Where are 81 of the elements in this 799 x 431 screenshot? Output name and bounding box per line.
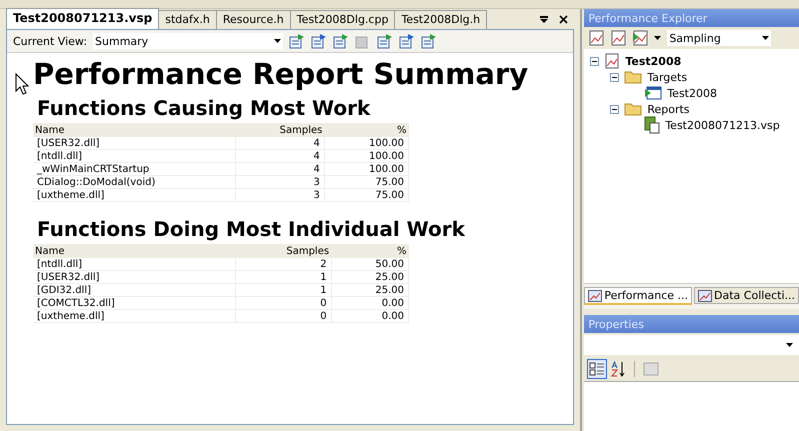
chart-icon (604, 53, 620, 69)
report-icon[interactable] (377, 33, 394, 49)
table-cell: [ntdll.dll] (33, 258, 235, 270)
table-cell: [uxtheme.dll] (33, 188, 235, 202)
column-header: Name (33, 123, 235, 137)
table-cell: 2 (235, 258, 332, 270)
chart-icon (698, 290, 712, 302)
table-cell: 100.00 (324, 137, 408, 150)
target-icon (644, 86, 662, 100)
close-icon[interactable] (559, 15, 568, 24)
panel-title: Performance Explorer (588, 12, 708, 24)
chart-icon (588, 290, 602, 302)
current-view-label: Current View: (13, 34, 88, 48)
caret-icon[interactable] (654, 36, 662, 40)
panel-tab[interactable]: Data Collecti... (694, 287, 799, 304)
report-title: Performance Report Summary (33, 57, 528, 91)
caret-icon[interactable] (274, 39, 282, 43)
report-icon[interactable] (311, 33, 328, 49)
tree-item[interactable]: Reports (647, 102, 690, 116)
folder-icon (624, 102, 642, 116)
table-cell: [uxtheme.dll] (33, 310, 235, 322)
report-icon[interactable] (399, 33, 416, 49)
table-cell: 4 (235, 137, 324, 150)
table-cell: 4 (235, 150, 324, 162)
table-cell: 3 (235, 176, 324, 188)
collapse-toggle-icon[interactable] (610, 72, 620, 82)
table-cell: 4 (235, 162, 324, 176)
tree-item[interactable]: Test2008 (667, 86, 717, 100)
table-cell: 75.00 (324, 176, 408, 188)
sort-alphabetical-icon[interactable] (610, 360, 626, 378)
table-cell: 0.00 (331, 310, 408, 322)
report-icon[interactable] (289, 33, 306, 49)
column-header: % (331, 244, 408, 258)
section-heading: Functions Doing Most Individual Work (37, 216, 466, 242)
table-cell: 25.00 (331, 270, 408, 284)
report-icon[interactable] (333, 33, 350, 49)
table-cell: CDialog::DoModal(void) (33, 176, 235, 188)
collapse-toggle-icon[interactable] (610, 104, 620, 114)
table-cell: 100.00 (324, 162, 408, 176)
caret-icon[interactable] (762, 36, 770, 40)
panel-title: Properties (588, 318, 644, 330)
table-cell: [USER32.dll] (33, 270, 235, 284)
table-cell: 25.00 (331, 284, 408, 296)
view-dropdown[interactable]: Summary (93, 33, 284, 49)
table-cell: 3 (235, 188, 324, 202)
chart-icon[interactable] (588, 29, 606, 47)
section-heading: Functions Causing Most Work (37, 95, 372, 121)
method-dropdown[interactable]: Sampling (667, 30, 772, 46)
tree-item[interactable]: Targets (647, 70, 688, 84)
mouse-cursor-icon (15, 73, 29, 95)
dropdown-icon[interactable] (539, 16, 550, 24)
tree-item[interactable]: Test2008 (625, 54, 682, 68)
categorized-icon[interactable] (588, 360, 606, 378)
tree-item[interactable]: Test2008071213.vsp (665, 118, 780, 132)
column-header: Samples (235, 244, 332, 258)
table-cell: 0.00 (331, 296, 408, 310)
table-cell: 75.00 (324, 188, 408, 202)
caret-icon[interactable] (786, 343, 793, 347)
table-cell: 100.00 (324, 150, 408, 162)
document-tab[interactable]: Test2008Dlg.h (394, 10, 488, 29)
panel-tab[interactable]: Performance ... (584, 287, 692, 305)
table-cell: 0 (235, 296, 332, 310)
folder-icon (624, 70, 642, 84)
chart-icon[interactable] (610, 29, 628, 47)
column-header: Samples (235, 123, 324, 137)
table-cell: 1 (235, 270, 332, 284)
report-file-icon (644, 116, 660, 134)
table-cell: _wWinMainCRTStartup (33, 162, 235, 176)
collapse-toggle-icon[interactable] (590, 56, 600, 66)
table-cell: 1 (235, 284, 332, 296)
table-cell: [USER32.dll] (33, 137, 235, 150)
table-cell: [ntdll.dll] (33, 150, 235, 162)
column-header: % (324, 123, 408, 137)
table-cell: [COMCTL32.dll] (33, 296, 235, 310)
document-tab[interactable]: Test2008071213.vsp (6, 8, 160, 29)
chart-icon[interactable] (632, 29, 650, 47)
table-cell: 50.00 (331, 258, 408, 270)
report-icon[interactable] (421, 33, 438, 49)
table-cell: [GDI32.dll] (33, 284, 235, 296)
column-header: Name (33, 244, 235, 258)
table-cell: 0 (235, 310, 332, 322)
